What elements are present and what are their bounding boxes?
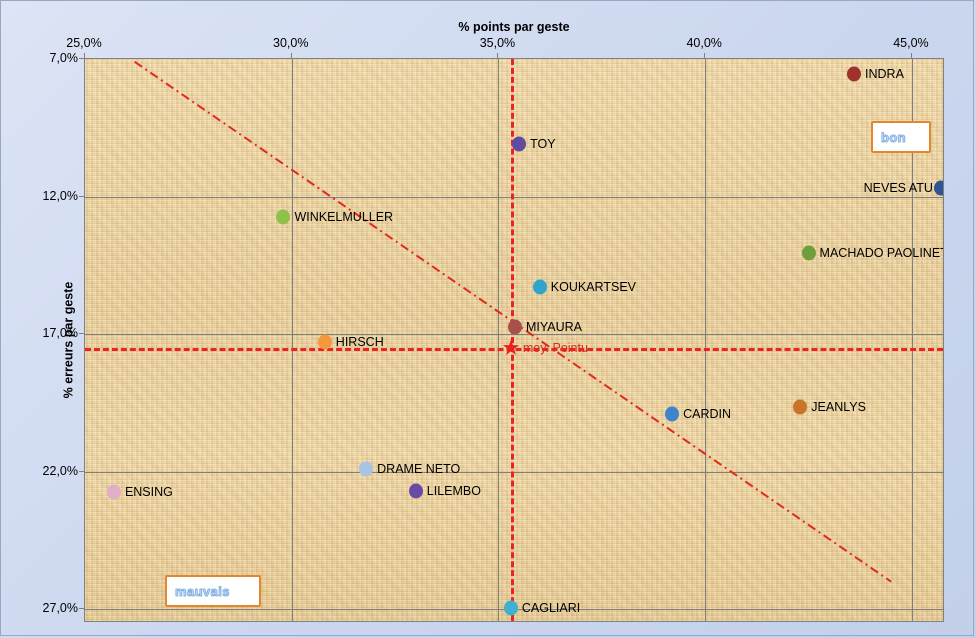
data-point-label: MIYAURA: [526, 320, 583, 335]
y-tick-label: 12,0%: [42, 188, 78, 203]
data-point-label: CARDIN: [683, 406, 732, 421]
data-point[interactable]: [532, 279, 547, 295]
data-point[interactable]: [793, 399, 808, 415]
x-tick-label: 45,0%: [893, 36, 929, 50]
data-point-label: MACHADO PAOLINETTI: [819, 245, 943, 260]
data-point[interactable]: [408, 483, 423, 499]
data-point[interactable]: [317, 334, 332, 350]
data-point-label: ENSING: [124, 485, 173, 500]
annotation-bon-text: bon: [881, 129, 907, 145]
data-point[interactable]: [359, 461, 374, 477]
data-point[interactable]: [503, 600, 518, 616]
data-point[interactable]: [801, 245, 816, 261]
data-point[interactable]: [276, 209, 291, 225]
scatter-chart: % points par geste % erreurs par geste 2…: [0, 0, 976, 638]
data-point[interactable]: [665, 406, 680, 422]
x-tick-label: 30,0%: [272, 36, 309, 50]
y-tick-label: 7,0%: [49, 51, 79, 65]
data-point-label: DRAME NETO: [377, 461, 461, 476]
annotation-bon: bon: [871, 121, 931, 153]
data-point-label: LILEMBO: [426, 483, 481, 498]
x-tick-label: 25,0%: [66, 36, 102, 50]
data-point-label: HIRSCH: [335, 335, 384, 350]
y-tick-label: 22,0%: [42, 463, 78, 478]
y-tick-label: 17,0%: [42, 326, 78, 341]
data-point-label: INDRA: [865, 67, 904, 82]
mean-marker-label: moy. Pointu: [522, 340, 588, 355]
data-point[interactable]: [512, 136, 527, 152]
data-point-label: TOY: [530, 137, 556, 152]
plot-area: INDRA TOY NEVES ATU WINKELMULLER MACHADO PAO…: [84, 58, 944, 622]
x-tick-label: 40,0%: [686, 36, 722, 50]
gridline-vertical: [705, 59, 707, 621]
y-tick-label: 27,0%: [42, 601, 78, 616]
data-point-label: KOUKARTSEV: [550, 280, 637, 295]
data-point[interactable]: [508, 319, 522, 335]
gridline-vertical: [498, 59, 500, 621]
data-point-label: JEANLYS: [811, 400, 866, 415]
gridline-vertical: [291, 59, 293, 621]
data-point-label: NEVES ATU: [863, 181, 933, 196]
gridline-horizontal: [85, 471, 943, 473]
data-point-label: WINKELMULLER: [294, 210, 394, 225]
annotation-mauvais-text: mauvais: [175, 583, 230, 599]
data-point[interactable]: [106, 484, 121, 500]
x-axis-title: % points par geste: [458, 20, 570, 34]
annotation-mauvais: mauvais: [165, 575, 261, 607]
data-point[interactable]: [933, 180, 943, 196]
data-point-label: CAGLIARI: [521, 600, 581, 615]
gridline-horizontal: [85, 196, 943, 198]
x-tick-label: 35,0%: [479, 36, 516, 50]
data-point[interactable]: [847, 66, 862, 82]
